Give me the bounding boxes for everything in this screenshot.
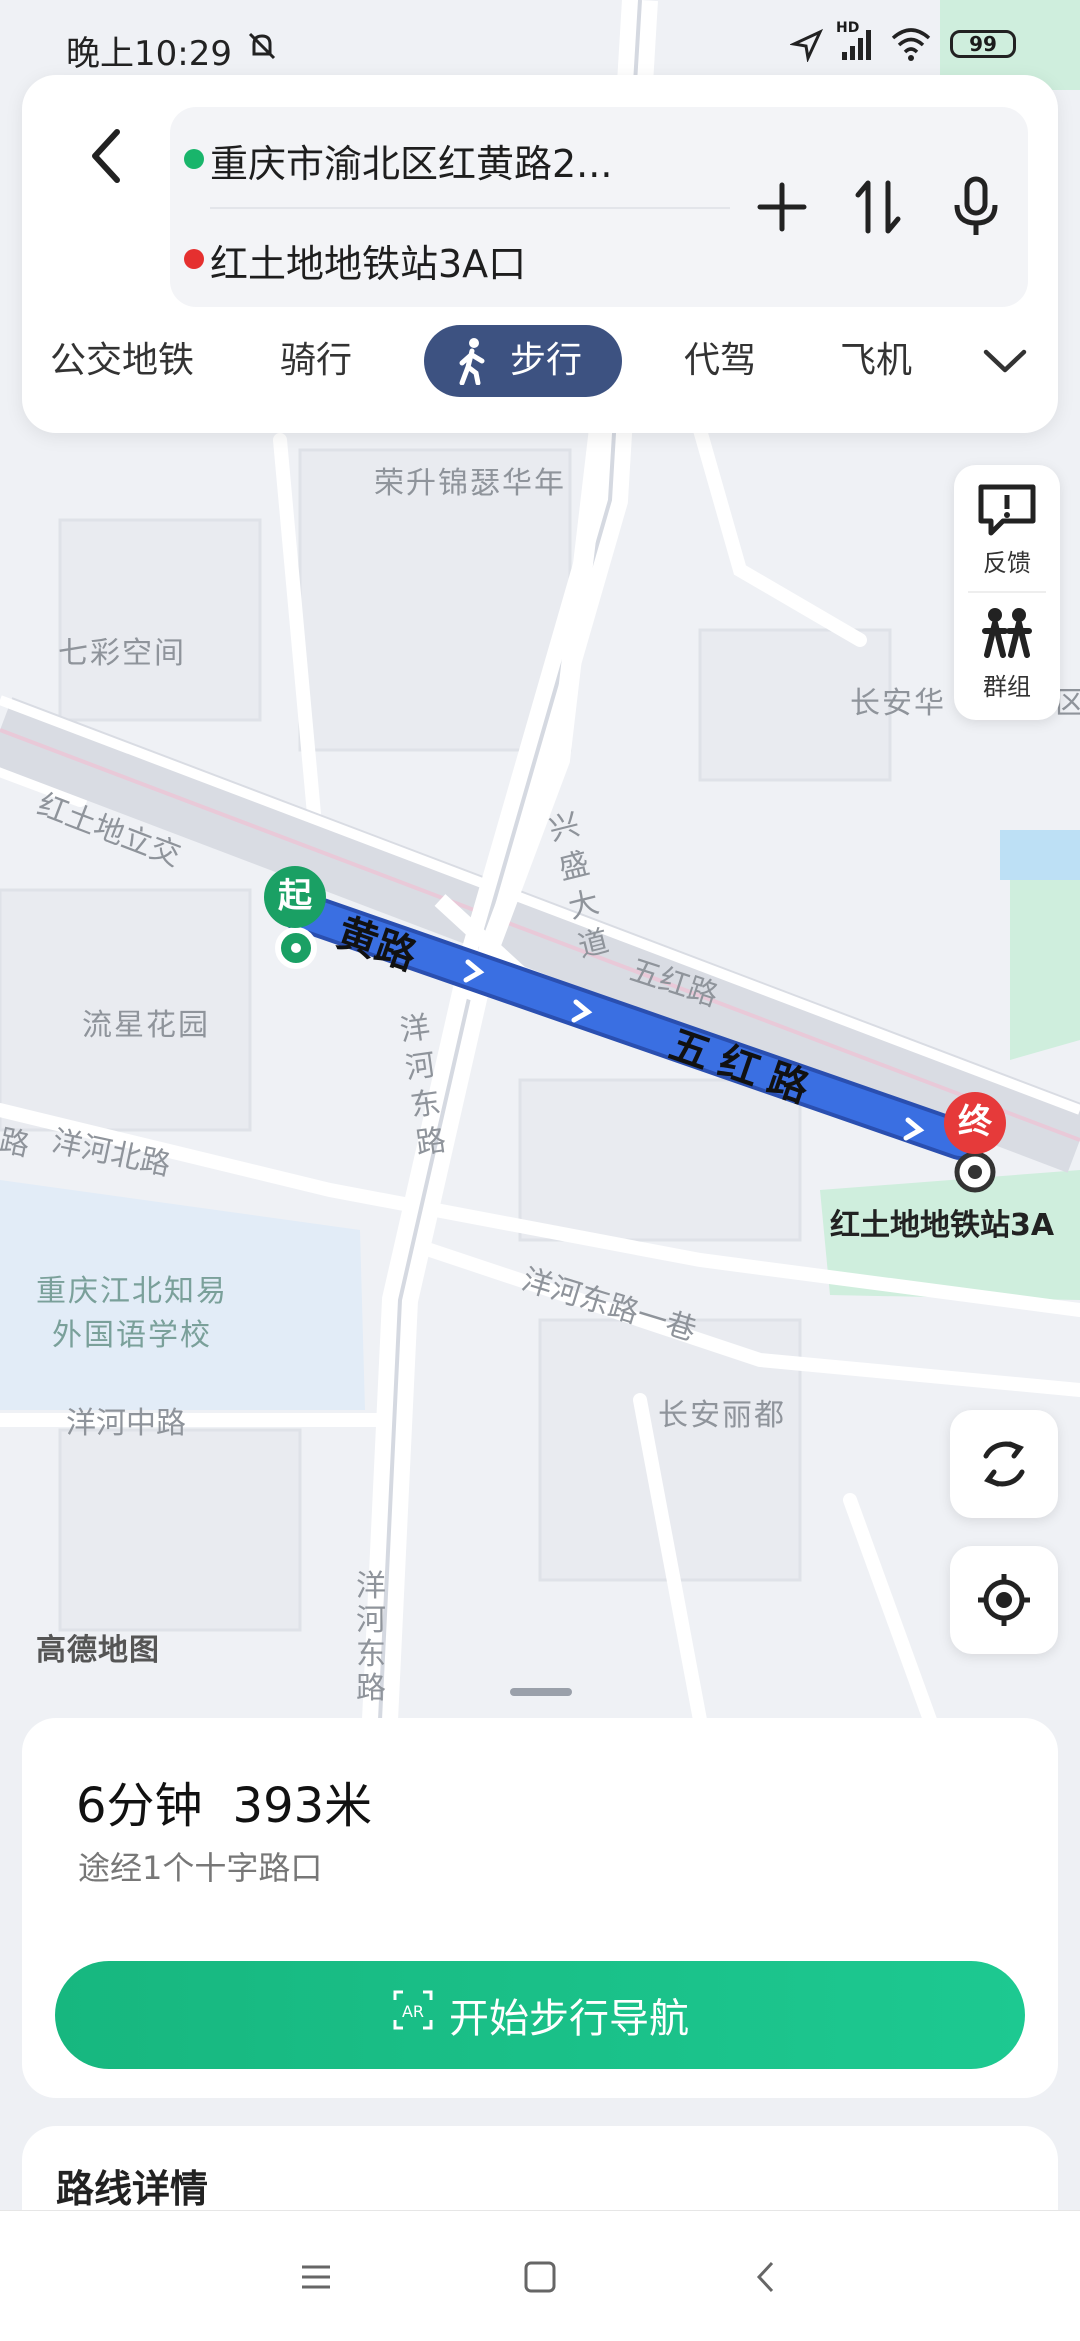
walking-icon: [454, 337, 490, 410]
drag-handle[interactable]: [510, 1688, 572, 1696]
start-pin[interactable]: 起: [264, 866, 326, 928]
group-button[interactable]: 群组: [954, 605, 1060, 702]
menu-nav-button[interactable]: [286, 2247, 346, 2307]
mute-icon: [244, 28, 280, 73]
origin-field[interactable]: 重庆市渝北区红黄路2...: [210, 133, 612, 188]
poi-label[interactable]: 七彩空间: [58, 628, 186, 672]
battery-icon: 99: [950, 30, 1016, 58]
route-divider: [210, 207, 730, 209]
tab-flight[interactable]: 飞机: [840, 325, 912, 397]
feedback-icon: [978, 484, 1036, 536]
destination-label[interactable]: 红土地地铁站3A: [830, 1200, 1054, 1244]
ar-icon-text: AR: [402, 2002, 424, 2021]
destination-field[interactable]: 红土地地铁站3A口: [210, 233, 526, 288]
home-square-icon: [524, 2261, 556, 2293]
poi-label[interactable]: 外国语学校: [52, 1310, 212, 1354]
poi-label[interactable]: 流星花园: [82, 1000, 210, 1044]
route-input-box: 重庆市渝北区红黄路2... 红土地地铁站3A口: [170, 107, 1028, 307]
side-divider: [968, 591, 1046, 593]
route-planner-card: 重庆市渝北区红黄路2... 红土地地铁站3A口 公交地铁 骑行 步行 代驾 飞机: [22, 75, 1058, 433]
microphone-icon: [954, 176, 998, 235]
route-duration: 6分钟: [76, 1778, 203, 1834]
back-nav-icon: [756, 2261, 774, 2293]
refresh-route-button[interactable]: [950, 1410, 1058, 1518]
locate-icon: [978, 1574, 1030, 1626]
hd-badge: HD: [836, 20, 860, 36]
route-summary: 6分钟 393米: [76, 1766, 402, 1836]
back-nav-button[interactable]: [736, 2247, 796, 2307]
swap-icon: [855, 180, 901, 234]
system-nav-bar: [0, 2210, 1080, 2341]
location-icon: [788, 28, 824, 71]
home-nav-button[interactable]: [510, 2247, 570, 2307]
swap-button[interactable]: [838, 157, 918, 257]
poi-label[interactable]: 荣升锦瑟华年: [374, 458, 566, 502]
tab-transit[interactable]: 公交地铁: [50, 325, 194, 397]
tab-chauffeur[interactable]: 代驾: [684, 325, 756, 397]
tab-walking[interactable]: 步行: [424, 325, 623, 397]
amap-logo: 高德地图: [36, 1633, 160, 1668]
tab-cycling[interactable]: 骑行: [280, 325, 352, 397]
poi-label[interactable]: 重庆江北知易: [36, 1266, 228, 1310]
wifi-icon: [890, 26, 932, 71]
refresh-icon: [983, 1441, 1025, 1487]
start-walking-navigation-label: 开始步行导航: [449, 1996, 689, 2042]
end-pin[interactable]: 终: [944, 1092, 1006, 1154]
locate-me-button[interactable]: [950, 1546, 1058, 1654]
voice-input-button[interactable]: [936, 157, 1016, 257]
feedback-label: 反馈: [983, 549, 1031, 577]
status-time: 晚上10:29: [66, 34, 232, 74]
chevron-down-icon: [983, 349, 1027, 373]
group-label: 群组: [983, 673, 1031, 701]
menu-icon: [302, 2265, 330, 2289]
start-walking-navigation-button[interactable]: AR 开始步行导航: [55, 1961, 1025, 2069]
ar-icon: AR: [391, 1988, 435, 2042]
tab-walking-label: 步行: [510, 340, 583, 381]
back-arrow-icon: [92, 129, 120, 183]
poi-label[interactable]: 长安丽都: [658, 1390, 786, 1434]
origin-dot: [184, 149, 204, 169]
road-label: 洋河中路: [66, 1406, 186, 1441]
route-distance: 393米: [232, 1778, 373, 1834]
route-details-title: 路线详情: [56, 2167, 209, 2211]
transport-mode-tabs: 公交地铁 骑行 步行 代驾 飞机: [22, 325, 1058, 411]
feedback-button[interactable]: 反馈: [954, 481, 1060, 578]
group-icon: [982, 608, 1032, 658]
road-label: 洋河东路: [356, 1569, 386, 1706]
route-via: 途经1个十字路口: [78, 1849, 323, 1887]
poi-label[interactable]: 长安华: [850, 678, 946, 722]
destination-dot: [184, 249, 204, 269]
route-summary-card[interactable]: 6分钟 393米 途经1个十字路口 AR 开始步行导航: [22, 1718, 1058, 2098]
plus-icon: [757, 182, 807, 232]
battery-level: 99: [969, 32, 997, 56]
more-modes-button[interactable]: [982, 329, 1028, 401]
back-button[interactable]: [62, 111, 152, 201]
add-waypoint-button[interactable]: [742, 157, 822, 257]
map-side-toolbar: 反馈 群组: [954, 465, 1060, 720]
